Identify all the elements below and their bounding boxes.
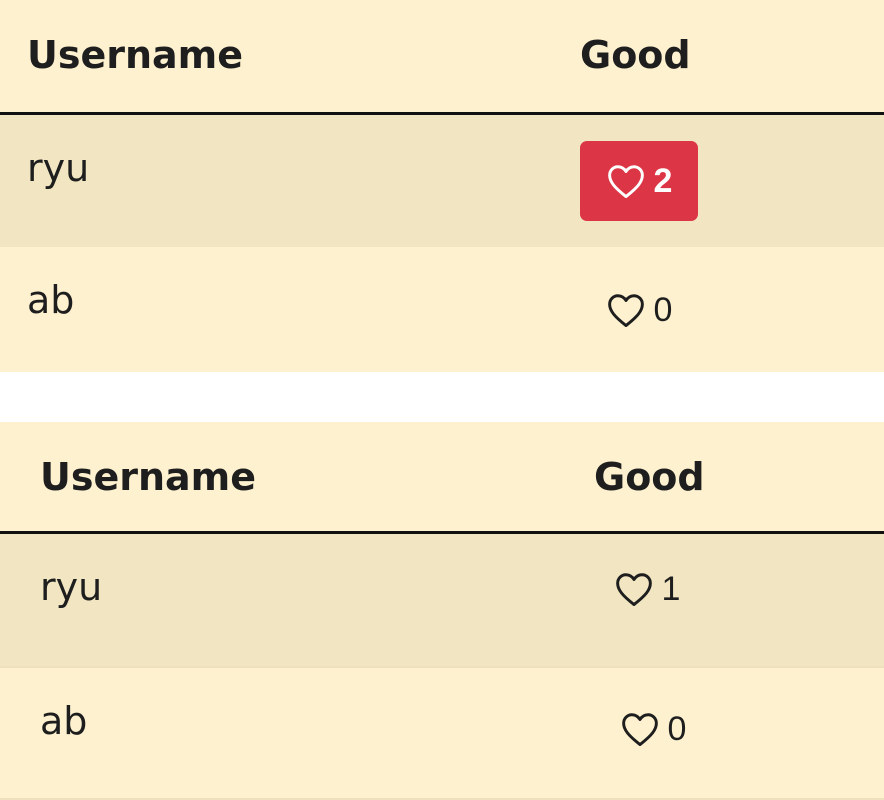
users-good-table: Username Good ryu 1 ab 0 bbox=[0, 422, 884, 800]
good-button[interactable]: 0 bbox=[594, 287, 684, 333]
good-count: 0 bbox=[653, 290, 673, 329]
column-header-good: Good bbox=[580, 33, 691, 77]
table-header-row: Username Good bbox=[0, 422, 884, 534]
good-count: 2 bbox=[653, 161, 673, 200]
good-button[interactable]: 2 bbox=[580, 141, 698, 221]
username-cell: ryu bbox=[40, 565, 103, 609]
column-header-username: Username bbox=[40, 455, 257, 499]
heart-icon bbox=[607, 165, 644, 199]
table-header-row: Username Good bbox=[0, 0, 884, 115]
heart-icon bbox=[621, 713, 658, 747]
username-cell: ab bbox=[40, 699, 88, 743]
heart-icon bbox=[607, 294, 644, 328]
good-count: 0 bbox=[667, 709, 687, 748]
column-header-good: Good bbox=[594, 455, 705, 499]
users-good-table: Username Good ryu 2 ab 0 bbox=[0, 0, 884, 372]
good-button[interactable]: 0 bbox=[608, 706, 698, 752]
username-cell: ryu bbox=[27, 146, 90, 190]
heart-icon bbox=[615, 573, 652, 607]
username-cell: ab bbox=[27, 278, 75, 322]
column-header-username: Username bbox=[27, 33, 244, 77]
table-row: ab 0 bbox=[0, 247, 884, 372]
table-row: ryu 2 bbox=[0, 115, 884, 247]
good-button[interactable]: 1 bbox=[607, 566, 687, 612]
table-row: ab 0 bbox=[0, 668, 884, 800]
good-count: 1 bbox=[661, 569, 681, 608]
table-row: ryu 1 bbox=[0, 534, 884, 668]
